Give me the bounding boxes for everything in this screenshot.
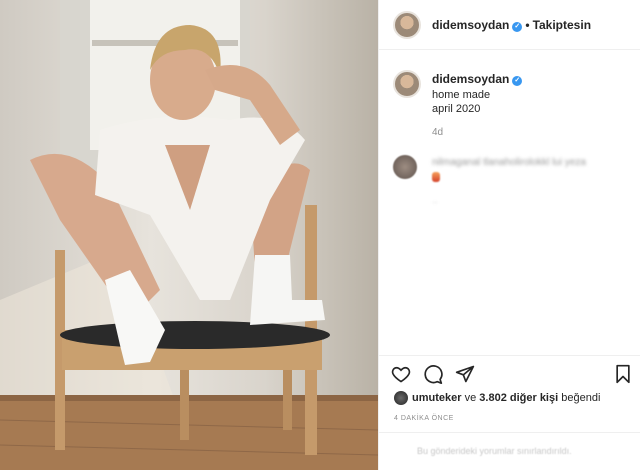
- post-header: didemsoydan ✓ • Takiptesin: [379, 0, 640, 50]
- comment-avatar[interactable]: [393, 155, 417, 179]
- other-likers-link[interactable]: 3.802 diğer kişi: [479, 392, 558, 404]
- caption-time[interactable]: 4d: [432, 127, 443, 138]
- comment-text: nilmaganal tlanaholirolokkl lui yeza: [432, 157, 586, 168]
- likes-connector: ve: [464, 392, 477, 404]
- comment-icon[interactable]: [423, 364, 443, 384]
- bookmark-icon[interactable]: [613, 364, 633, 384]
- post-photo-illustration: [0, 0, 378, 470]
- caption-avatar[interactable]: [393, 70, 421, 98]
- avatar[interactable]: [393, 11, 421, 39]
- first-liker-link[interactable]: umuteker: [412, 392, 462, 404]
- follow-status-button[interactable]: Takiptesin: [533, 18, 591, 32]
- header-username[interactable]: didemsoydan: [432, 18, 509, 32]
- verified-badge-icon: ✓: [512, 22, 523, 32]
- verified-badge-icon: ✓: [512, 76, 523, 86]
- action-bar-divider: [379, 355, 640, 357]
- likes-suffix: beğendi: [561, 392, 601, 404]
- likes-summary: umuteker ve 3.802 diğer kişi beğendi: [412, 392, 600, 404]
- post-side-panel: didemsoydan ✓ • Takiptesin didemsoydan ✓ hom…: [378, 0, 640, 470]
- comments-footer: Bu gönderideki yorumlar sınırlandırıldı.: [379, 432, 640, 471]
- separator-dot: •: [525, 18, 530, 32]
- caption-line-1: home made: [432, 89, 491, 101]
- heart-icon[interactable]: [391, 364, 411, 384]
- caption-user: didemsoydan ✓: [432, 72, 523, 86]
- comment-meta: ··: [432, 197, 438, 207]
- header-user: didemsoydan ✓ • Takiptesin: [432, 18, 591, 32]
- comments-limited-note: Bu gönderideki yorumlar sınırlandırıldı.: [417, 446, 572, 456]
- liker-avatar[interactable]: [394, 391, 408, 405]
- comment-emoji-icon: [432, 172, 440, 182]
- share-icon[interactable]: [455, 364, 475, 384]
- posted-ago[interactable]: 4 DAKİKA ÖNCE: [394, 415, 454, 422]
- caption-username[interactable]: didemsoydan: [432, 72, 509, 86]
- post-photo[interactable]: [0, 0, 378, 470]
- caption-line-2: april 2020: [432, 103, 481, 115]
